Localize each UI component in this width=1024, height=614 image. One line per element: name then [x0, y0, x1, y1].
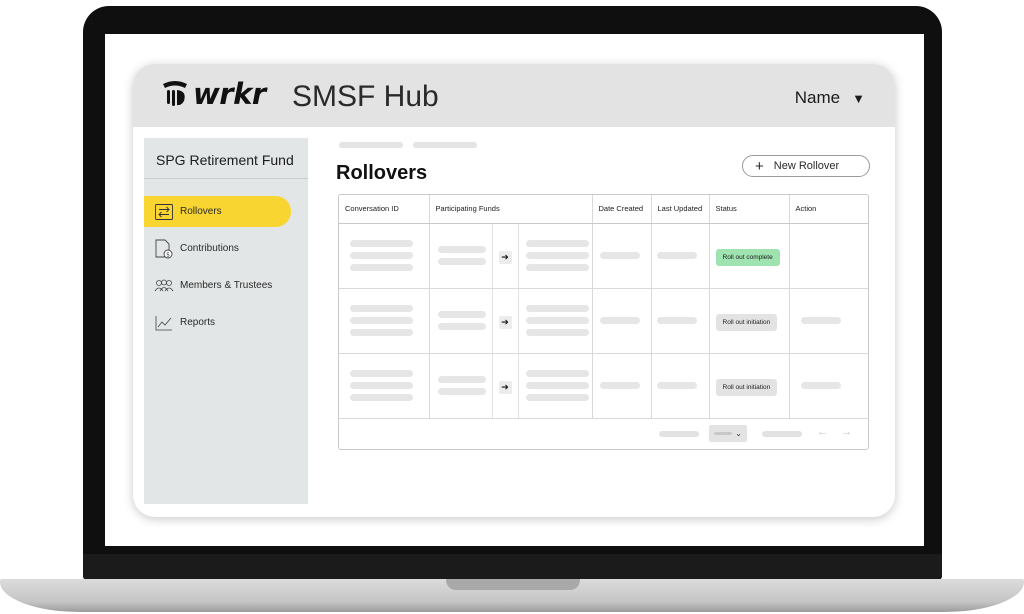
conversation-id-cell [339, 223, 430, 289]
source-fund-cell [429, 223, 493, 289]
table-row[interactable]: ➔ Roll out initiation [339, 288, 868, 354]
sidebar: SPG Retirement Fund Rollovers $ Contribu… [144, 138, 308, 504]
destination-fund-cell [518, 223, 593, 289]
column-header[interactable]: Last Updated [651, 195, 710, 224]
chevron-down-icon: ⌄ [735, 429, 742, 438]
sidebar-item-label: Contributions [180, 243, 239, 254]
arrow-right-icon: ➔ [498, 250, 512, 264]
sidebar-item-contributions[interactable]: $ Contributions [144, 233, 291, 264]
status-badge: Roll out complete [715, 248, 780, 266]
app-title: SMSF Hub [292, 80, 439, 113]
prev-next-arrows-icon[interactable]: ← → [817, 426, 857, 438]
status-badge: Roll out initiation [715, 313, 778, 331]
destination-fund-cell [518, 353, 593, 419]
svg-text:$: $ [166, 251, 170, 258]
arrow-right-icon: ➔ [498, 380, 512, 394]
status-cell: Roll out initiation [709, 353, 790, 419]
action-cell[interactable] [789, 353, 868, 419]
caret-down-icon: ▼ [852, 90, 865, 106]
date-created-cell [592, 353, 652, 419]
status-badge: Roll out initiation [715, 378, 778, 396]
sidebar-item-rollovers[interactable]: Rollovers [144, 196, 291, 227]
column-header[interactable]: Participating Funds [429, 195, 593, 224]
app-window: wrkr SMSF Hub Name ▼ SPG Retirement Fund [133, 64, 895, 517]
wrkr-bee-logo-icon [163, 81, 187, 106]
column-header[interactable]: Status [709, 195, 790, 224]
laptop-notch [446, 579, 580, 590]
page-title: Rollovers [336, 162, 428, 184]
wrkr-logo[interactable]: wrkr [160, 77, 266, 111]
fund-name: SPG Retirement Fund [156, 152, 294, 168]
table-row[interactable]: ➔ Roll out initiation [339, 353, 868, 419]
last-updated-cell [651, 288, 710, 354]
user-name: Name [794, 88, 841, 107]
action-cell[interactable] [789, 288, 868, 354]
sidebar-item-reports[interactable]: Reports [144, 307, 291, 338]
sidebar-item-label: Reports [180, 317, 216, 328]
table-row[interactable]: ➔ Roll out complete [339, 223, 868, 289]
last-updated-cell [651, 353, 710, 419]
transfer-direction-cell: ➔ [492, 288, 519, 354]
arrow-right-icon: ➔ [498, 315, 512, 329]
date-created-cell [592, 288, 652, 354]
transfer-arrows-icon [154, 202, 174, 222]
transfer-direction-cell: ➔ [492, 353, 519, 419]
status-cell: Roll out initiation [709, 288, 790, 354]
pagination-placeholder [762, 431, 802, 437]
plus-icon: + [755, 157, 764, 175]
table-header-row: Conversation ID Participating Funds Date… [339, 195, 868, 224]
column-header[interactable]: Date Created [592, 195, 652, 224]
sidebar-item-label: Members & Trustees [180, 280, 273, 291]
logo-wordmark: wrkr [193, 77, 266, 111]
status-cell: Roll out complete [709, 223, 790, 289]
source-fund-cell [429, 288, 493, 354]
conversation-id-cell [339, 353, 430, 419]
last-updated-cell [651, 223, 710, 289]
document-dollar-icon: $ [154, 239, 174, 259]
sidebar-divider [144, 178, 308, 179]
destination-fund-cell [518, 288, 593, 354]
column-header[interactable]: Action [789, 195, 868, 224]
breadcrumb-placeholder[interactable] [413, 142, 477, 148]
user-menu[interactable]: Name ▼ [795, 88, 865, 108]
rollovers-table: Conversation ID Participating Funds Date… [338, 194, 869, 450]
breadcrumb [339, 142, 477, 148]
new-rollover-button[interactable]: + New Rollover [742, 155, 870, 177]
line-chart-icon [154, 313, 174, 333]
sidebar-item-label: Rollovers [180, 206, 222, 217]
source-fund-cell [429, 353, 493, 419]
people-icon [154, 276, 174, 296]
pagination-bar: ⌄ ← → [339, 417, 868, 451]
column-header[interactable]: Conversation ID [339, 195, 430, 224]
breadcrumb-placeholder[interactable] [339, 142, 403, 148]
transfer-direction-cell: ➔ [492, 223, 519, 289]
conversation-id-cell [339, 288, 430, 354]
pagination-placeholder [659, 431, 699, 437]
page-size-select[interactable]: ⌄ [709, 425, 747, 442]
app-header: wrkr SMSF Hub Name ▼ [133, 64, 895, 127]
date-created-cell [592, 223, 652, 289]
action-cell[interactable] [789, 223, 868, 289]
sidebar-item-members-trustees[interactable]: Members & Trustees [144, 270, 291, 301]
new-rollover-label: New Rollover [773, 160, 840, 172]
laptop-screen: wrkr SMSF Hub Name ▼ SPG Retirement Fund [105, 34, 924, 546]
main-content: Rollovers + New Rollover Conversation ID… [336, 138, 870, 478]
